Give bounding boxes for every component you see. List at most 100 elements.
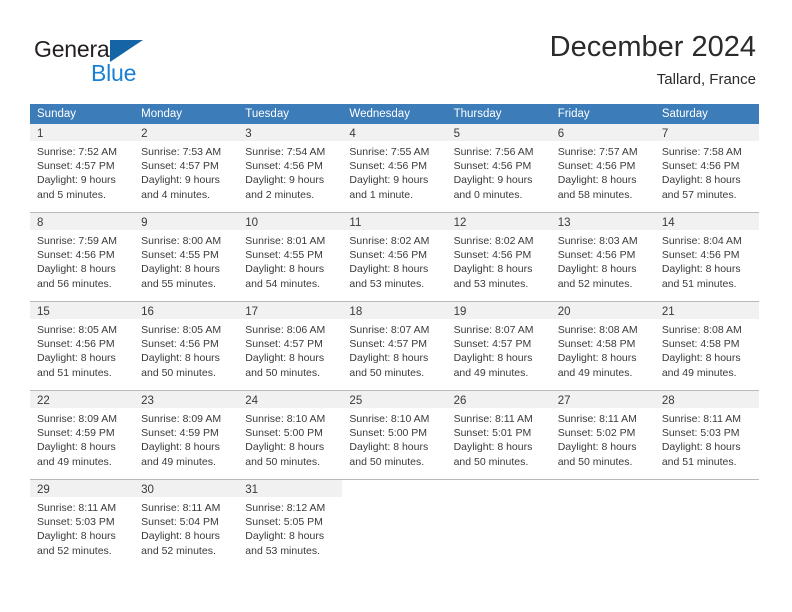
day-number-band: 8 — [30, 213, 135, 230]
day-cell[interactable]: 27 Sunrise: 8:11 AM Sunset: 5:02 PM Dayl… — [550, 391, 655, 479]
day-cell[interactable]: 21 Sunrise: 8:08 AM Sunset: 4:58 PM Dayl… — [654, 302, 759, 390]
day-cell[interactable]: 2 Sunrise: 7:53 AM Sunset: 4:57 PM Dayli… — [134, 124, 239, 212]
sunset-text: Sunset: 4:56 PM — [37, 249, 115, 262]
day-number: 16 — [141, 306, 154, 318]
weekday-header-wednesday: Wednesday — [349, 108, 410, 120]
day-cell[interactable]: 3 Sunrise: 7:54 AM Sunset: 4:56 PM Dayli… — [238, 124, 343, 212]
day-cell[interactable]: 22 Sunrise: 8:09 AM Sunset: 4:59 PM Dayl… — [30, 391, 135, 479]
logo-triangle-icon — [110, 40, 143, 62]
day-cell[interactable]: 11 Sunrise: 8:02 AM Sunset: 4:56 PM Dayl… — [342, 213, 447, 301]
day-cell[interactable]: 17 Sunrise: 8:06 AM Sunset: 4:57 PM Dayl… — [238, 302, 343, 390]
day-number-band: 26 — [446, 391, 551, 408]
daylight-text-line2: and 1 minute. — [349, 188, 414, 201]
day-number: 19 — [453, 306, 467, 318]
daylight-text-line1: Daylight: 8 hours — [557, 352, 637, 365]
day-cell[interactable]: 15 Sunrise: 8:05 AM Sunset: 4:56 PM Dayl… — [30, 302, 135, 390]
daylight-text-line1: Daylight: 8 hours — [141, 352, 220, 365]
daylight-text-line2: and 50 minutes. — [245, 366, 320, 379]
daylight-text-line1: Daylight: 8 hours — [245, 530, 325, 543]
sunrise-text: Sunrise: 8:11 AM — [453, 413, 533, 425]
day-cell[interactable]: 14 Sunrise: 8:04 AM Sunset: 4:56 PM Dayl… — [654, 213, 759, 301]
day-cell[interactable]: 28 Sunrise: 8:11 AM Sunset: 5:03 PM Dayl… — [654, 391, 759, 479]
daylight-text-line2: and 52 minutes. — [141, 544, 216, 557]
day-number-band: 14 — [654, 213, 759, 230]
sunset-text: Sunset: 5:03 PM — [661, 427, 740, 440]
day-number: 11 — [349, 217, 362, 229]
day-cell[interactable]: 26 Sunrise: 8:11 AM Sunset: 5:01 PM Dayl… — [446, 391, 551, 479]
daylight-text-line1: Daylight: 8 hours — [245, 263, 325, 276]
daylight-text-line1: Daylight: 8 hours — [245, 352, 325, 365]
daylight-text-line1: Daylight: 9 hours — [349, 174, 429, 187]
week-row: 29 Sunrise: 8:11 AM Sunset: 5:03 PM Dayl… — [30, 479, 759, 568]
day-number-band: 1 — [30, 124, 135, 141]
daylight-text-line2: and 49 minutes. — [557, 366, 633, 379]
daylight-text-line2: and 51 minutes. — [661, 277, 737, 290]
day-cell[interactable]: 1 Sunrise: 7:52 AM Sunset: 4:57 PM Dayli… — [30, 124, 135, 212]
day-number-band: 27 — [550, 391, 655, 408]
day-cell-empty — [446, 480, 551, 568]
weekday-header-row: Sunday Monday Tuesday Wednesday Thursday… — [30, 104, 759, 124]
day-number-band: 30 — [134, 480, 239, 497]
day-cell[interactable]: 18 Sunrise: 8:07 AM Sunset: 4:57 PM Dayl… — [342, 302, 447, 390]
week-row: 1 Sunrise: 7:52 AM Sunset: 4:57 PM Dayli… — [30, 124, 759, 212]
daylight-text-line2: and 56 minutes. — [37, 277, 112, 290]
weekday-header-friday: Friday — [557, 108, 590, 120]
day-cell[interactable]: 5 Sunrise: 7:56 AM Sunset: 4:56 PM Dayli… — [446, 124, 551, 212]
sunrise-text: Sunrise: 8:11 AM — [141, 502, 221, 514]
day-cell[interactable]: 24 Sunrise: 8:10 AM Sunset: 5:00 PM Dayl… — [238, 391, 343, 479]
day-cell[interactable]: 23 Sunrise: 8:09 AM Sunset: 4:59 PM Dayl… — [134, 391, 239, 479]
day-number-band: 17 — [238, 302, 343, 319]
daylight-text-line2: and 2 minutes. — [245, 188, 315, 201]
day-number: 4 — [349, 128, 356, 140]
day-number-band: 10 — [238, 213, 343, 230]
day-cell[interactable]: 12 Sunrise: 8:02 AM Sunset: 4:56 PM Dayl… — [446, 213, 551, 301]
daylight-text-line1: Daylight: 8 hours — [37, 352, 116, 365]
sunset-text: Sunset: 5:00 PM — [245, 427, 323, 440]
day-number: 26 — [453, 395, 467, 407]
day-number: 14 — [661, 217, 675, 229]
day-details: Sunrise: 8:07 AM Sunset: 4:57 PM Dayligh… — [342, 319, 446, 386]
day-number: 3 — [245, 128, 252, 140]
day-cell[interactable]: 4 Sunrise: 7:55 AM Sunset: 4:56 PM Dayli… — [342, 124, 447, 212]
day-number: 13 — [557, 217, 571, 229]
day-cell[interactable]: 9 Sunrise: 8:00 AM Sunset: 4:55 PM Dayli… — [134, 213, 239, 301]
day-cell[interactable]: 8 Sunrise: 7:59 AM Sunset: 4:56 PM Dayli… — [30, 213, 135, 301]
day-details: Sunrise: 8:01 AM Sunset: 4:55 PM Dayligh… — [238, 230, 342, 297]
day-number-band: 5 — [446, 124, 551, 141]
day-cell[interactable]: 16 Sunrise: 8:05 AM Sunset: 4:56 PM Dayl… — [134, 302, 239, 390]
day-cell[interactable]: 10 Sunrise: 8:01 AM Sunset: 4:55 PM Dayl… — [238, 213, 343, 301]
sunrise-text: Sunrise: 8:00 AM — [141, 235, 222, 247]
daylight-text-line2: and 5 minutes. — [37, 188, 106, 201]
day-number: 17 — [245, 306, 259, 318]
day-details: Sunrise: 8:07 AM Sunset: 4:57 PM Dayligh… — [447, 319, 551, 386]
sunset-text: Sunset: 4:57 PM — [37, 160, 115, 173]
day-number-band: 19 — [446, 302, 551, 319]
day-cell[interactable]: 25 Sunrise: 8:10 AM Sunset: 5:00 PM Dayl… — [342, 391, 447, 479]
daylight-text-line1: Daylight: 9 hours — [245, 174, 325, 187]
daylight-text-line2: and 53 minutes. — [245, 544, 320, 557]
day-cell[interactable]: 19 Sunrise: 8:07 AM Sunset: 4:57 PM Dayl… — [446, 302, 551, 390]
day-number: 31 — [245, 484, 259, 496]
day-cell[interactable]: 20 Sunrise: 8:08 AM Sunset: 4:58 PM Dayl… — [550, 302, 655, 390]
daylight-text-line2: and 4 minutes. — [141, 188, 211, 201]
day-number: 5 — [453, 128, 460, 140]
sunset-text: Sunset: 5:03 PM — [37, 516, 115, 529]
sunrise-text: Sunrise: 8:05 AM — [37, 324, 117, 336]
day-cell[interactable]: 6 Sunrise: 7:57 AM Sunset: 4:56 PM Dayli… — [550, 124, 655, 212]
day-number-band — [446, 480, 551, 497]
day-number: 12 — [453, 217, 467, 229]
weekday-header-tuesday: Tuesday — [245, 108, 289, 120]
day-cell[interactable]: 13 Sunrise: 8:03 AM Sunset: 4:56 PM Dayl… — [550, 213, 655, 301]
day-number-band: 24 — [238, 391, 343, 408]
sunset-text: Sunset: 4:56 PM — [37, 338, 115, 351]
sunset-text: Sunset: 4:59 PM — [141, 427, 219, 440]
daylight-text-line1: Daylight: 8 hours — [661, 352, 741, 365]
day-cell[interactable]: 7 Sunrise: 7:58 AM Sunset: 4:56 PM Dayli… — [654, 124, 759, 212]
day-cell[interactable]: 29 Sunrise: 8:11 AM Sunset: 5:03 PM Dayl… — [30, 480, 135, 568]
day-number-band: 28 — [654, 391, 759, 408]
weekday-header-saturday: Saturday — [661, 108, 708, 120]
day-cell[interactable]: 31 Sunrise: 8:12 AM Sunset: 5:05 PM Dayl… — [238, 480, 343, 568]
sunset-text: Sunset: 5:05 PM — [245, 516, 323, 529]
day-number: 23 — [141, 395, 154, 407]
day-cell[interactable]: 30 Sunrise: 8:11 AM Sunset: 5:04 PM Dayl… — [134, 480, 239, 568]
